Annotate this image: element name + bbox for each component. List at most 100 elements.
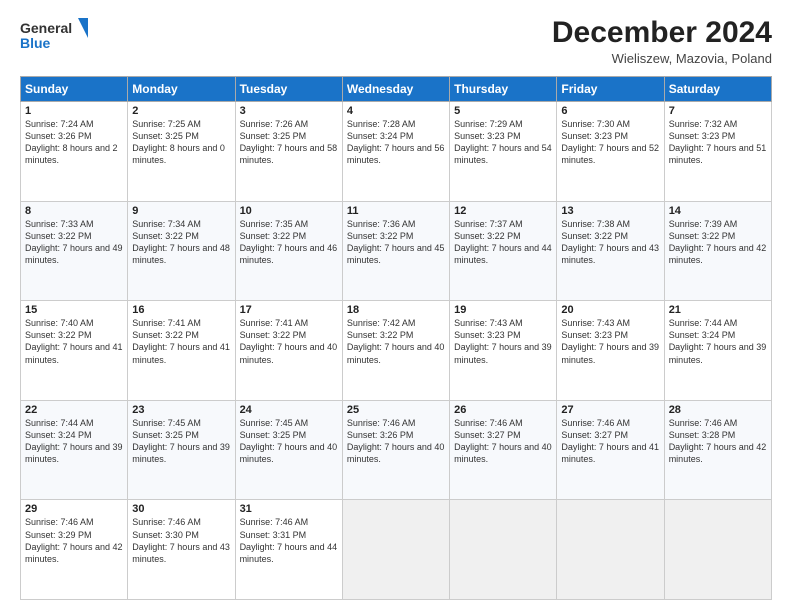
table-cell: 15 Sunrise: 7:40 AMSunset: 3:22 PMDaylig… bbox=[21, 301, 128, 401]
day-number: 22 bbox=[25, 404, 123, 416]
day-number: 17 bbox=[240, 304, 338, 316]
day-number: 25 bbox=[347, 404, 445, 416]
table-cell: 12 Sunrise: 7:37 AMSunset: 3:22 PMDaylig… bbox=[450, 201, 557, 301]
location-subtitle: Wieliszew, Mazovia, Poland bbox=[552, 51, 772, 66]
day-info: Sunrise: 7:35 AMSunset: 3:22 PMDaylight:… bbox=[240, 218, 338, 267]
day-number: 26 bbox=[454, 404, 552, 416]
col-friday: Friday bbox=[557, 77, 664, 102]
day-info: Sunrise: 7:45 AMSunset: 3:25 PMDaylight:… bbox=[240, 417, 338, 466]
day-number: 20 bbox=[561, 304, 659, 316]
logo-svg: General Blue bbox=[20, 16, 88, 56]
day-info: Sunrise: 7:24 AMSunset: 3:26 PMDaylight:… bbox=[25, 118, 123, 167]
day-info: Sunrise: 7:29 AMSunset: 3:23 PMDaylight:… bbox=[454, 118, 552, 167]
svg-text:General: General bbox=[20, 20, 72, 36]
day-info: Sunrise: 7:41 AMSunset: 3:22 PMDaylight:… bbox=[240, 317, 338, 366]
header-row: Sunday Monday Tuesday Wednesday Thursday… bbox=[21, 77, 772, 102]
day-number: 28 bbox=[669, 404, 767, 416]
day-number: 30 bbox=[132, 503, 230, 515]
day-number: 24 bbox=[240, 404, 338, 416]
day-info: Sunrise: 7:43 AMSunset: 3:23 PMDaylight:… bbox=[454, 317, 552, 366]
table-cell: 7 Sunrise: 7:32 AMSunset: 3:23 PMDayligh… bbox=[664, 102, 771, 202]
col-monday: Monday bbox=[128, 77, 235, 102]
day-number: 6 bbox=[561, 105, 659, 117]
table-cell: 27 Sunrise: 7:46 AMSunset: 3:27 PMDaylig… bbox=[557, 400, 664, 500]
month-title: December 2024 bbox=[552, 16, 772, 49]
table-cell: 2 Sunrise: 7:25 AMSunset: 3:25 PMDayligh… bbox=[128, 102, 235, 202]
table-cell: 28 Sunrise: 7:46 AMSunset: 3:28 PMDaylig… bbox=[664, 400, 771, 500]
table-cell: 8 Sunrise: 7:33 AMSunset: 3:22 PMDayligh… bbox=[21, 201, 128, 301]
day-info: Sunrise: 7:44 AMSunset: 3:24 PMDaylight:… bbox=[669, 317, 767, 366]
day-number: 10 bbox=[240, 205, 338, 217]
day-number: 19 bbox=[454, 304, 552, 316]
day-number: 31 bbox=[240, 503, 338, 515]
day-info: Sunrise: 7:32 AMSunset: 3:23 PMDaylight:… bbox=[669, 118, 767, 167]
table-cell: 30 Sunrise: 7:46 AMSunset: 3:30 PMDaylig… bbox=[128, 500, 235, 600]
day-number: 27 bbox=[561, 404, 659, 416]
logo: General Blue bbox=[20, 16, 88, 56]
calendar-table: Sunday Monday Tuesday Wednesday Thursday… bbox=[20, 76, 772, 600]
table-cell: 26 Sunrise: 7:46 AMSunset: 3:27 PMDaylig… bbox=[450, 400, 557, 500]
table-cell bbox=[342, 500, 449, 600]
day-number: 5 bbox=[454, 105, 552, 117]
table-cell: 21 Sunrise: 7:44 AMSunset: 3:24 PMDaylig… bbox=[664, 301, 771, 401]
day-info: Sunrise: 7:30 AMSunset: 3:23 PMDaylight:… bbox=[561, 118, 659, 167]
col-tuesday: Tuesday bbox=[235, 77, 342, 102]
table-cell: 6 Sunrise: 7:30 AMSunset: 3:23 PMDayligh… bbox=[557, 102, 664, 202]
day-info: Sunrise: 7:44 AMSunset: 3:24 PMDaylight:… bbox=[25, 417, 123, 466]
day-info: Sunrise: 7:36 AMSunset: 3:22 PMDaylight:… bbox=[347, 218, 445, 267]
table-cell: 20 Sunrise: 7:43 AMSunset: 3:23 PMDaylig… bbox=[557, 301, 664, 401]
svg-text:Blue: Blue bbox=[20, 35, 51, 51]
table-cell: 23 Sunrise: 7:45 AMSunset: 3:25 PMDaylig… bbox=[128, 400, 235, 500]
table-cell: 29 Sunrise: 7:46 AMSunset: 3:29 PMDaylig… bbox=[21, 500, 128, 600]
day-info: Sunrise: 7:33 AMSunset: 3:22 PMDaylight:… bbox=[25, 218, 123, 267]
table-cell bbox=[557, 500, 664, 600]
col-sunday: Sunday bbox=[21, 77, 128, 102]
week-row-4: 22 Sunrise: 7:44 AMSunset: 3:24 PMDaylig… bbox=[21, 400, 772, 500]
day-info: Sunrise: 7:26 AMSunset: 3:25 PMDaylight:… bbox=[240, 118, 338, 167]
day-info: Sunrise: 7:39 AMSunset: 3:22 PMDaylight:… bbox=[669, 218, 767, 267]
day-number: 3 bbox=[240, 105, 338, 117]
table-cell: 25 Sunrise: 7:46 AMSunset: 3:26 PMDaylig… bbox=[342, 400, 449, 500]
table-cell: 13 Sunrise: 7:38 AMSunset: 3:22 PMDaylig… bbox=[557, 201, 664, 301]
day-number: 14 bbox=[669, 205, 767, 217]
day-number: 8 bbox=[25, 205, 123, 217]
day-info: Sunrise: 7:46 AMSunset: 3:27 PMDaylight:… bbox=[454, 417, 552, 466]
day-number: 18 bbox=[347, 304, 445, 316]
table-cell: 9 Sunrise: 7:34 AMSunset: 3:22 PMDayligh… bbox=[128, 201, 235, 301]
table-cell: 24 Sunrise: 7:45 AMSunset: 3:25 PMDaylig… bbox=[235, 400, 342, 500]
day-number: 12 bbox=[454, 205, 552, 217]
day-info: Sunrise: 7:25 AMSunset: 3:25 PMDaylight:… bbox=[132, 118, 230, 167]
day-info: Sunrise: 7:46 AMSunset: 3:30 PMDaylight:… bbox=[132, 516, 230, 565]
day-info: Sunrise: 7:41 AMSunset: 3:22 PMDaylight:… bbox=[132, 317, 230, 366]
day-number: 15 bbox=[25, 304, 123, 316]
day-info: Sunrise: 7:37 AMSunset: 3:22 PMDaylight:… bbox=[454, 218, 552, 267]
day-number: 21 bbox=[669, 304, 767, 316]
day-number: 23 bbox=[132, 404, 230, 416]
day-info: Sunrise: 7:46 AMSunset: 3:29 PMDaylight:… bbox=[25, 516, 123, 565]
day-info: Sunrise: 7:46 AMSunset: 3:27 PMDaylight:… bbox=[561, 417, 659, 466]
table-cell: 22 Sunrise: 7:44 AMSunset: 3:24 PMDaylig… bbox=[21, 400, 128, 500]
day-info: Sunrise: 7:40 AMSunset: 3:22 PMDaylight:… bbox=[25, 317, 123, 366]
table-cell: 10 Sunrise: 7:35 AMSunset: 3:22 PMDaylig… bbox=[235, 201, 342, 301]
day-info: Sunrise: 7:42 AMSunset: 3:22 PMDaylight:… bbox=[347, 317, 445, 366]
table-cell: 3 Sunrise: 7:26 AMSunset: 3:25 PMDayligh… bbox=[235, 102, 342, 202]
day-number: 2 bbox=[132, 105, 230, 117]
day-number: 1 bbox=[25, 105, 123, 117]
day-info: Sunrise: 7:45 AMSunset: 3:25 PMDaylight:… bbox=[132, 417, 230, 466]
col-saturday: Saturday bbox=[664, 77, 771, 102]
day-info: Sunrise: 7:38 AMSunset: 3:22 PMDaylight:… bbox=[561, 218, 659, 267]
week-row-3: 15 Sunrise: 7:40 AMSunset: 3:22 PMDaylig… bbox=[21, 301, 772, 401]
day-info: Sunrise: 7:34 AMSunset: 3:22 PMDaylight:… bbox=[132, 218, 230, 267]
day-number: 29 bbox=[25, 503, 123, 515]
week-row-1: 1 Sunrise: 7:24 AMSunset: 3:26 PMDayligh… bbox=[21, 102, 772, 202]
day-info: Sunrise: 7:46 AMSunset: 3:31 PMDaylight:… bbox=[240, 516, 338, 565]
week-row-2: 8 Sunrise: 7:33 AMSunset: 3:22 PMDayligh… bbox=[21, 201, 772, 301]
day-number: 9 bbox=[132, 205, 230, 217]
table-cell: 16 Sunrise: 7:41 AMSunset: 3:22 PMDaylig… bbox=[128, 301, 235, 401]
table-cell: 17 Sunrise: 7:41 AMSunset: 3:22 PMDaylig… bbox=[235, 301, 342, 401]
col-wednesday: Wednesday bbox=[342, 77, 449, 102]
table-cell: 5 Sunrise: 7:29 AMSunset: 3:23 PMDayligh… bbox=[450, 102, 557, 202]
table-cell: 11 Sunrise: 7:36 AMSunset: 3:22 PMDaylig… bbox=[342, 201, 449, 301]
day-info: Sunrise: 7:46 AMSunset: 3:28 PMDaylight:… bbox=[669, 417, 767, 466]
page: General Blue December 2024 Wieliszew, Ma… bbox=[0, 0, 792, 612]
